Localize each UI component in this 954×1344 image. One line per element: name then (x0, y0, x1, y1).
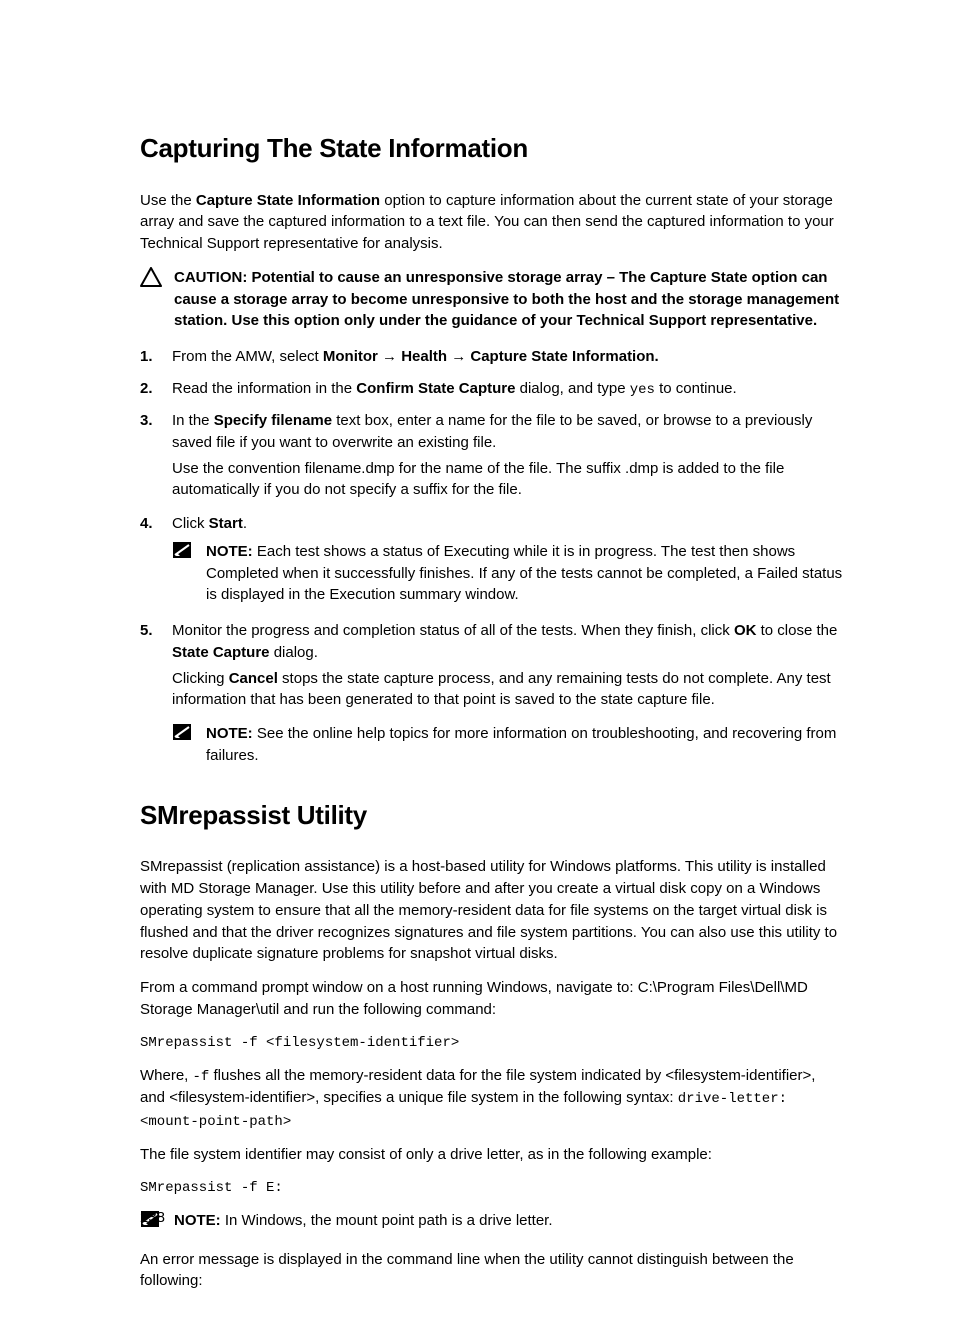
smrep-p2-a: From a command prompt window on a host r… (140, 979, 638, 996)
step2-text-c: dialog, and type (515, 380, 629, 397)
step-2: Read the information in the Confirm Stat… (140, 378, 844, 400)
step5-note-body: See the online help topics for more info… (206, 725, 836, 764)
step5-note-callout: NOTE: See the online help topics for mor… (172, 723, 844, 767)
step2-text-a: Read the information in the (172, 380, 356, 397)
heading-smrepassist-utility: SMrepassist Utility (140, 797, 844, 835)
smrep-note-body: In Windows, the mount point path is a dr… (225, 1212, 553, 1229)
note-icon (172, 541, 206, 566)
intro-text-1: Use the (140, 192, 196, 209)
step4-note-label: NOTE: (206, 543, 257, 560)
page-number: 238 (140, 1207, 165, 1229)
smrep-p3-a: Where, (140, 1067, 193, 1084)
smrep-p3-code1: -f (193, 1069, 210, 1085)
intro-paragraph: Use the Capture State Information option… (140, 190, 844, 255)
step4-note-text: NOTE: Each test shows a status of Execut… (206, 541, 844, 606)
step5-note-label: NOTE: (206, 725, 257, 742)
step1-text-a: From the AMW, select (172, 348, 323, 365)
step5-sub-b: Cancel (229, 670, 278, 687)
step1-text-b: Monitor → Health → Capture State Informa… (323, 348, 659, 365)
step-4: Click Start. NOTE: Each test shows a sta… (140, 513, 844, 606)
step5-text-a: Monitor the progress and completion stat… (172, 622, 734, 639)
step5-sub-a: Clicking (172, 670, 229, 687)
caution-callout: CAUTION: Potential to cause an unrespons… (140, 267, 844, 332)
command-2: SMrepassist -f E: (140, 1178, 844, 1198)
step5-substep: Clicking Cancel stops the state capture … (172, 668, 844, 712)
step-3: In the Specify filename text box, enter … (140, 410, 844, 501)
step5-text-c: to close the (756, 622, 837, 639)
smrep-p2-b: and run the following command: (279, 1001, 496, 1018)
step3-text-a: In the (172, 412, 214, 429)
steps-list: From the AMW, select Monitor → Health → … (140, 346, 844, 767)
step5-text-b: OK (734, 622, 757, 639)
heading-capturing-state-information: Capturing The State Information (140, 130, 844, 168)
step-5: Monitor the progress and completion stat… (140, 620, 844, 767)
step4-text-b: Start (209, 515, 243, 532)
smrep-note-label: NOTE: (174, 1212, 225, 1229)
step4-note-callout: NOTE: Each test shows a status of Execut… (172, 541, 844, 606)
caution-text: CAUTION: Potential to cause an unrespons… (174, 267, 844, 332)
step4-text-c: . (243, 515, 247, 532)
command-1: SMrepassist -f <filesystem-identifier> (140, 1033, 844, 1053)
smrep-note-callout: NOTE: In Windows, the mount point path i… (140, 1210, 844, 1235)
step4-text-a: Click (172, 515, 209, 532)
smrep-p5: An error message is displayed in the com… (140, 1249, 844, 1293)
smrep-p2: From a command prompt window on a host r… (140, 977, 844, 1021)
caution-icon (140, 267, 174, 294)
step3-text-b: Specify filename (214, 412, 332, 429)
smrep-p4: The file system identifier may consist o… (140, 1144, 844, 1166)
smrep-note-text: NOTE: In Windows, the mount point path i… (174, 1210, 844, 1232)
step3-substep: Use the convention filename.dmp for the … (172, 458, 844, 502)
note-icon (172, 723, 206, 748)
step2-text-d: to continue. (655, 380, 737, 397)
step2-text-b: Confirm State Capture (356, 380, 515, 397)
step2-code: yes (630, 382, 655, 398)
step-1: From the AMW, select Monitor → Health → … (140, 346, 844, 368)
smrep-p1: SMrepassist (replication assistance) is … (140, 856, 844, 965)
step5-text-d: State Capture (172, 644, 270, 661)
step4-note-body: Each test shows a status of Executing wh… (206, 543, 842, 604)
step5-note-text: NOTE: See the online help topics for mor… (206, 723, 844, 767)
intro-bold: Capture State Information (196, 192, 380, 209)
step5-text-e: dialog. (270, 644, 318, 661)
smrep-p3: Where, -f flushes all the memory-residen… (140, 1065, 844, 1132)
